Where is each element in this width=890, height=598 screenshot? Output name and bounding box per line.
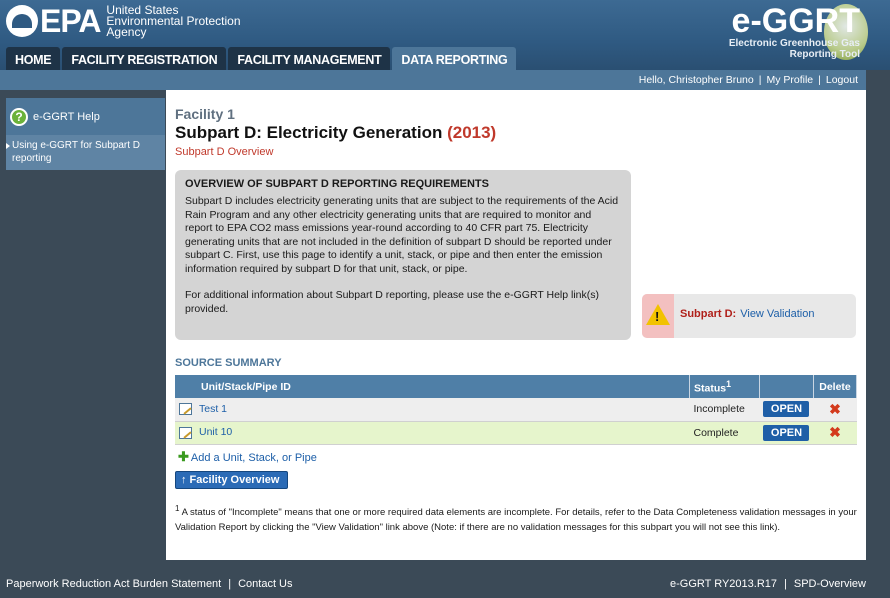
- unit-link[interactable]: Unit 10: [199, 426, 232, 438]
- status-cell: Complete: [689, 421, 760, 445]
- source-summary-heading: SOURCE SUMMARY: [175, 357, 282, 369]
- footnote-marker: 1: [175, 504, 180, 513]
- footer-links: Paperwork Reduction Act Burden Statement…: [6, 573, 293, 595]
- user-greeting: Hello, Christopher Bruno: [638, 74, 754, 86]
- contact-us-link[interactable]: Contact Us: [238, 578, 292, 590]
- open-cell: OPEN: [759, 398, 814, 422]
- eggrt-logo: e-GGRT Electronic Greenhouse Gas Reporti…: [729, 4, 860, 60]
- help-link-subpart-d[interactable]: Using e-GGRT for Subpart D reporting: [6, 135, 165, 170]
- divider: |: [818, 74, 821, 86]
- divider: |: [784, 578, 787, 590]
- delete-icon[interactable]: ✖: [829, 424, 841, 440]
- divider: |: [228, 578, 232, 590]
- unit-link[interactable]: Test 1: [199, 403, 227, 415]
- page-title: Subpart D: Electricity Generation (2013): [175, 123, 496, 143]
- column-header-id: Unit/Stack/Pipe ID: [175, 375, 690, 398]
- status-footnote-marker: 1: [726, 378, 731, 389]
- tagline-line-1: Electronic Greenhouse Gas: [728, 38, 860, 49]
- facility-name: Facility 1: [175, 106, 235, 122]
- edit-icon[interactable]: [179, 403, 192, 416]
- epa-wordmark: EPA: [40, 3, 101, 39]
- overview-heading: OVERVIEW OF SUBPART D REPORTING REQUIREM…: [185, 178, 489, 190]
- epa-agency-name: United States Environmental Protection A…: [106, 4, 240, 39]
- divider: |: [758, 74, 762, 86]
- delete-icon[interactable]: ✖: [829, 401, 841, 417]
- warning-area: !: [642, 294, 674, 338]
- footnote-text: A status of "Incomplete" means that one …: [175, 507, 857, 534]
- user-bar: Hello, Christopher Bruno | My Profile | Logo…: [0, 70, 866, 90]
- site-header: EPA United States Environmental Protecti…: [0, 0, 890, 71]
- main-nav-tabs: HOME FACILITY REGISTRATION FACILITY MANA…: [6, 47, 518, 71]
- help-sidebar: ? e-GGRT Help Using e-GGRT for Subpart D…: [6, 98, 165, 560]
- delete-cell: ✖: [813, 398, 857, 422]
- tab-data-reporting[interactable]: DATA REPORTING: [392, 47, 517, 71]
- epa-logo[interactable]: EPA United States Environmental Protecti…: [6, 4, 241, 38]
- footnote: 1 A status of "Incomplete" means that on…: [175, 501, 859, 535]
- page-title-text: Subpart D: Electricity Generation: [175, 123, 443, 142]
- validation-box: ! Subpart D: View Validation: [642, 294, 856, 338]
- help-header[interactable]: ? e-GGRT Help: [6, 98, 165, 135]
- eggrt-tagline: Electronic Greenhouse Gas Reporting Tool: [729, 38, 860, 60]
- eggrt-wordmark: e-GGRT: [731, 2, 860, 40]
- overview-text: Subpart D includes electricity generatin…: [185, 195, 621, 316]
- open-button[interactable]: OPEN: [763, 424, 810, 441]
- version-label: e-GGRT RY2013.R17: [670, 578, 778, 590]
- main-content: Facility 1 Subpart D: Electricity Genera…: [166, 90, 866, 560]
- tab-facility-registration[interactable]: FACILITY REGISTRATION: [62, 47, 227, 71]
- help-title: e-GGRT Help: [33, 110, 100, 123]
- facility-overview-button[interactable]: ↑ Facility Overview: [175, 471, 288, 489]
- open-button[interactable]: OPEN: [763, 401, 810, 418]
- tagline-line-2: Reporting Tool: [789, 49, 860, 60]
- warning-exclamation: !: [655, 309, 660, 324]
- epa-mark-icon: [6, 5, 38, 37]
- validation-subpart: Subpart D:: [680, 308, 737, 320]
- column-header-status: Status1: [689, 375, 760, 398]
- unit-id-cell: Test 1: [175, 398, 690, 422]
- table-header-row: Unit/Stack/Pipe ID Status1 Delete: [175, 375, 858, 398]
- overview-box: OVERVIEW OF SUBPART D REPORTING REQUIREM…: [175, 170, 631, 340]
- page-id-label: SPD-Overview: [793, 578, 866, 590]
- tab-facility-management[interactable]: FACILITY MANAGEMENT: [228, 47, 391, 71]
- status-header-text: Status: [694, 382, 727, 395]
- question-icon: ?: [10, 107, 28, 126]
- edit-icon[interactable]: [179, 426, 192, 439]
- source-summary-table: Unit/Stack/Pipe ID Status1 Delete Test 1…: [175, 375, 858, 445]
- unit-id-cell: Unit 10: [175, 421, 690, 445]
- delete-cell: ✖: [813, 421, 857, 445]
- view-validation-link[interactable]: View Validation: [740, 308, 814, 320]
- status-cell: Incomplete: [689, 398, 760, 422]
- table-row: Test 1 Incomplete OPEN ✖: [175, 398, 857, 422]
- table-row: Unit 10 Complete OPEN ✖: [175, 421, 857, 445]
- subpart-overview-label: Subpart D Overview: [175, 146, 274, 158]
- validation-label: Subpart D: View Validation: [680, 308, 814, 320]
- site-footer: Paperwork Reduction Act Burden Statement…: [0, 573, 890, 598]
- open-cell: OPEN: [759, 421, 814, 445]
- overview-paragraph-2: For additional information about Subpart…: [185, 289, 599, 315]
- my-profile-link[interactable]: My Profile: [766, 74, 813, 86]
- add-unit-link[interactable]: ✚ Add a Unit, Stack, or Pipe: [178, 449, 317, 465]
- tab-home[interactable]: HOME: [6, 47, 61, 71]
- column-header-action: [759, 375, 814, 398]
- paperwork-link[interactable]: Paperwork Reduction Act Burden Statement: [6, 578, 221, 590]
- add-unit-text: Add a Unit, Stack, or Pipe: [190, 452, 317, 464]
- agency-line-3: Agency: [106, 24, 147, 39]
- plus-icon: ✚: [178, 449, 189, 464]
- footer-version: e-GGRT RY2013.R17 | SPD-Overview: [670, 573, 866, 595]
- overview-paragraph-1: Subpart D includes electricity generatin…: [185, 195, 619, 275]
- logout-link[interactable]: Logout: [826, 74, 858, 86]
- reporting-year: (2013): [447, 123, 497, 142]
- column-header-delete: Delete: [813, 375, 858, 398]
